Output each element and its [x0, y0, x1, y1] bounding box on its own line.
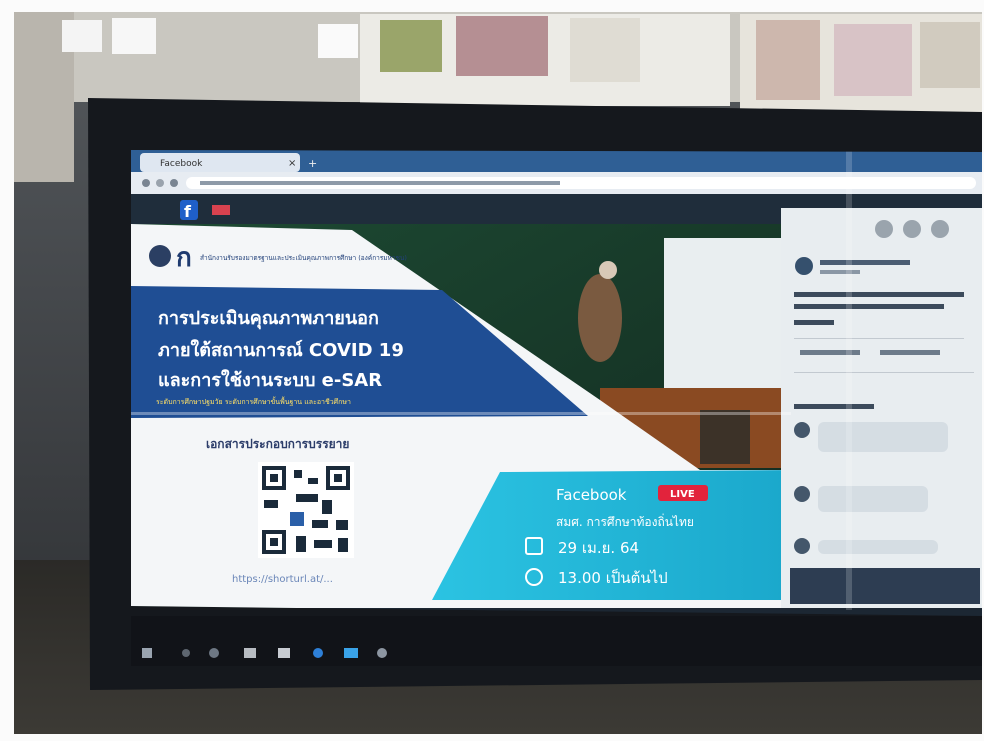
- live-platform: Facebook: [556, 486, 627, 504]
- reload-icon[interactable]: [170, 179, 178, 187]
- app-icon[interactable]: [377, 648, 387, 658]
- search-icon[interactable]: [182, 649, 190, 657]
- browser-tab-title: Facebook: [160, 159, 203, 169]
- live-page: สมศ. การศึกษาท้องถิ่นไทย: [556, 513, 694, 529]
- sidebar-tool-icon-2[interactable]: [903, 220, 921, 238]
- youtube-icon[interactable]: [212, 205, 230, 215]
- monitor-screen: Facebook × + f ก สำนักงานรับรองมาตรฐานแล…: [131, 150, 982, 616]
- facebook-f-glyph: f: [184, 202, 192, 221]
- podium: [700, 410, 750, 464]
- windows-start-icon[interactable]: [142, 648, 152, 658]
- comment-input[interactable]: [790, 568, 980, 604]
- speaker-figure: [578, 274, 622, 362]
- comment-avatar-1: [794, 422, 810, 438]
- sidebar-tool-icon-3[interactable]: [931, 220, 949, 238]
- facebook-sidebar: [781, 208, 982, 608]
- comment-avatar-3: [794, 538, 810, 554]
- browser-new-tab[interactable]: +: [308, 157, 317, 170]
- title-line-3: และการใช้งานระบบ e-SAR: [158, 369, 382, 391]
- live-badge-text: LIVE: [670, 489, 695, 500]
- mail-icon[interactable]: [344, 648, 358, 658]
- back-icon[interactable]: [142, 179, 150, 187]
- title-line-2: ภายใต้สถานการณ์ COVID 19: [158, 339, 404, 361]
- edge-icon[interactable]: [209, 648, 219, 658]
- comment-avatar-2: [794, 486, 810, 502]
- org-name: สำนักงานรับรองมาตรฐานและประเมินคุณภาพการ…: [200, 254, 407, 262]
- glare-streak: [131, 412, 791, 415]
- address-text-blur: [200, 181, 560, 185]
- glare-streak-vertical: [846, 150, 852, 610]
- taskbar: [131, 616, 982, 666]
- forward-icon[interactable]: [156, 179, 164, 187]
- store-icon[interactable]: [278, 648, 290, 658]
- chrome-icon[interactable]: [313, 648, 323, 658]
- browser-tab-close[interactable]: ×: [288, 158, 296, 169]
- sidebar-tool-icon-1[interactable]: [875, 220, 893, 238]
- photo-of-monitor: Facebook × + f ก สำนักงานรับรองมาตรฐานแล…: [0, 0, 984, 741]
- projector-screen: [664, 238, 781, 388]
- onesqa-logo-letter: ก: [176, 243, 192, 273]
- time-text: 13.00 เป็นต้นไป: [558, 568, 668, 587]
- onesqa-logo: [149, 245, 171, 267]
- qr-code[interactable]: [258, 462, 354, 558]
- speaker-head: [599, 261, 617, 279]
- page-avatar: [795, 257, 813, 275]
- date-text: 29 เม.ย. 64: [558, 539, 639, 557]
- video-player[interactable]: ก สำนักงานรับรองมาตรฐานและประเมินคุณภาพก…: [131, 224, 800, 608]
- folder-icon[interactable]: [244, 648, 256, 658]
- title-line-1: การประเมินคุณภาพภายนอก: [158, 308, 379, 330]
- qr-caption: https://shorturl.at/...: [232, 574, 333, 585]
- docs-heading: เอกสารประกอบการบรรยาย: [206, 437, 349, 451]
